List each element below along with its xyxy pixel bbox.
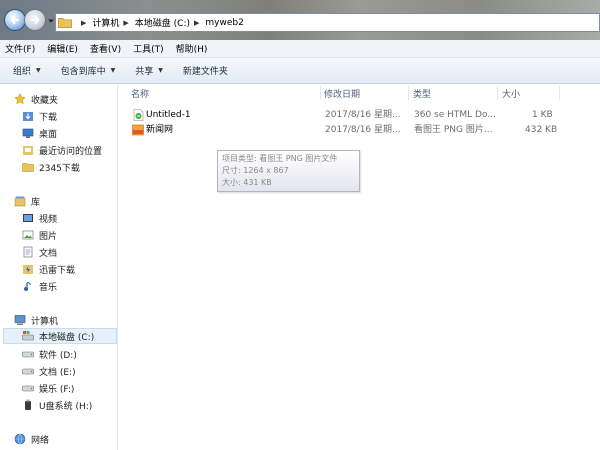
column-divider[interactable]: [320, 86, 321, 100]
nav-libraries[interactable]: 库: [14, 193, 40, 209]
nav-thunder-downloads[interactable]: 迅雷下载: [22, 261, 75, 277]
hard-drive-icon: [22, 348, 34, 360]
tooltip-dimensions: 尺寸: 1264 x 867: [222, 166, 289, 175]
file-list-pane[interactable]: 名称 修改日期 类型 大小 Untitled-1 2017/8/16 星期...…: [119, 84, 600, 450]
folder-icon: [58, 18, 72, 28]
nav-desktop[interactable]: 桌面: [22, 125, 57, 141]
folder-icon: [22, 161, 34, 173]
menu-view[interactable]: 查看(V): [90, 42, 121, 55]
include-in-library-button[interactable]: 包含到库中 ▼: [61, 64, 116, 77]
nav-network[interactable]: 网络: [14, 431, 49, 447]
back-button[interactable]: [4, 9, 26, 31]
hard-drive-icon: [22, 365, 34, 377]
menu-file[interactable]: 文件(F): [5, 42, 35, 55]
share-button[interactable]: 共享 ▼: [135, 64, 163, 77]
tooltip-size: 大小: 431 KB: [222, 178, 272, 187]
network-icon: [14, 433, 26, 445]
back-arrow-icon: [10, 16, 19, 24]
file-size: 1 KB: [532, 110, 553, 120]
music-note-icon: [22, 280, 34, 292]
nav-drive-f[interactable]: 娱乐 (F:): [22, 380, 74, 396]
nav-drive-d[interactable]: 软件 (D:): [22, 346, 77, 362]
nav-2345-downloads[interactable]: 2345下载: [22, 159, 80, 175]
command-toolbar: 组织 ▼ 包含到库中 ▼ 共享 ▼ 新建文件夹: [0, 58, 600, 84]
nav-documents[interactable]: 文档: [22, 244, 57, 260]
nav-drive-h[interactable]: U盘系统 (H:): [22, 397, 92, 413]
address-bar[interactable]: ▶ 计算机 ▶ 本地磁盘 (C:) ▶ myweb2: [55, 13, 600, 32]
computer-icon: [14, 314, 26, 326]
menu-tools[interactable]: 工具(T): [133, 42, 164, 55]
forward-arrow-icon: [31, 16, 40, 24]
breadcrumb-drive-c[interactable]: 本地磁盘 (C:) ▶: [135, 16, 206, 30]
navigation-pane[interactable]: 收藏夹 下载 桌面 最近访问的位置 2345下载 库 视频 图片 文档 迅雷下载…: [0, 84, 118, 450]
file-date: 2017/8/16 星期...: [325, 125, 401, 135]
file-name: 新闻网: [146, 125, 174, 135]
file-size: 432 KB: [525, 125, 558, 135]
library-icon: [14, 195, 26, 207]
column-divider[interactable]: [559, 86, 560, 100]
tooltip-type: 项目类型: 看图王 PNG 图片文件: [222, 154, 338, 163]
breadcrumb-separator[interactable]: ▶: [77, 19, 92, 27]
column-divider[interactable]: [408, 86, 409, 100]
nav-downloads[interactable]: 下载: [22, 108, 57, 124]
organize-button[interactable]: 组织 ▼: [13, 64, 41, 77]
recent-pages-dropdown-icon[interactable]: [47, 17, 55, 25]
downloads-folder-icon: [22, 110, 34, 122]
file-type: 360 se HTML Do...: [414, 110, 496, 120]
chevron-down-icon: ▼: [158, 67, 163, 74]
menu-bar: 文件(F) 编辑(E) 查看(V) 工具(T) 帮助(H): [0, 40, 600, 58]
file-type: 看图王 PNG 图片...: [414, 125, 493, 135]
usb-drive-icon: [22, 399, 34, 411]
nav-recent-places[interactable]: 最近访问的位置: [22, 142, 102, 158]
hard-drive-icon: [22, 382, 34, 394]
system-drive-icon: [22, 330, 34, 342]
html-file-icon: [133, 109, 144, 121]
thunder-download-icon: [22, 263, 34, 275]
file-name: Untitled-1: [146, 110, 191, 120]
nav-pictures[interactable]: 图片: [22, 227, 57, 243]
column-header-date[interactable]: 修改日期: [324, 84, 360, 102]
breadcrumb-computer[interactable]: 计算机 ▶: [92, 16, 134, 30]
file-date: 2017/8/16 星期...: [325, 110, 401, 120]
forward-button[interactable]: [24, 9, 46, 31]
file-info-tooltip: 项目类型: 看图王 PNG 图片文件 尺寸: 1264 x 867 大小: 43…: [217, 150, 360, 192]
column-header-type[interactable]: 类型: [413, 84, 431, 102]
title-bar: ▶ 计算机 ▶ 本地磁盘 (C:) ▶ myweb2: [0, 0, 600, 40]
column-header-name[interactable]: 名称: [131, 84, 149, 102]
breadcrumb-myweb2[interactable]: myweb2: [205, 18, 243, 28]
column-divider[interactable]: [497, 86, 498, 100]
menu-help[interactable]: 帮助(H): [176, 42, 208, 55]
file-row[interactable]: 新闻网 2017/8/16 星期... 看图王 PNG 图片... 432 KB: [119, 123, 600, 137]
nav-music[interactable]: 音乐: [22, 278, 57, 294]
chevron-down-icon: ▼: [36, 67, 41, 74]
recent-places-icon: [22, 144, 34, 156]
png-file-icon: [132, 124, 144, 136]
column-header-size[interactable]: 大小: [502, 84, 520, 102]
nav-computer[interactable]: 计算机: [14, 312, 58, 328]
picture-library-icon: [22, 229, 34, 241]
chevron-down-icon: ▼: [110, 67, 116, 74]
menu-edit[interactable]: 编辑(E): [47, 42, 78, 55]
new-folder-button[interactable]: 新建文件夹: [183, 64, 228, 77]
file-row[interactable]: Untitled-1 2017/8/16 星期... 360 se HTML D…: [119, 108, 600, 122]
nav-videos[interactable]: 视频: [22, 210, 57, 226]
video-library-icon: [22, 212, 34, 224]
star-icon: [14, 93, 26, 105]
nav-favorites[interactable]: 收藏夹: [14, 91, 58, 107]
nav-drive-c[interactable]: 本地磁盘 (C:): [3, 328, 117, 344]
document-library-icon: [22, 246, 34, 258]
desktop-icon: [22, 127, 34, 139]
nav-drive-e[interactable]: 文档 (E:): [22, 363, 76, 379]
